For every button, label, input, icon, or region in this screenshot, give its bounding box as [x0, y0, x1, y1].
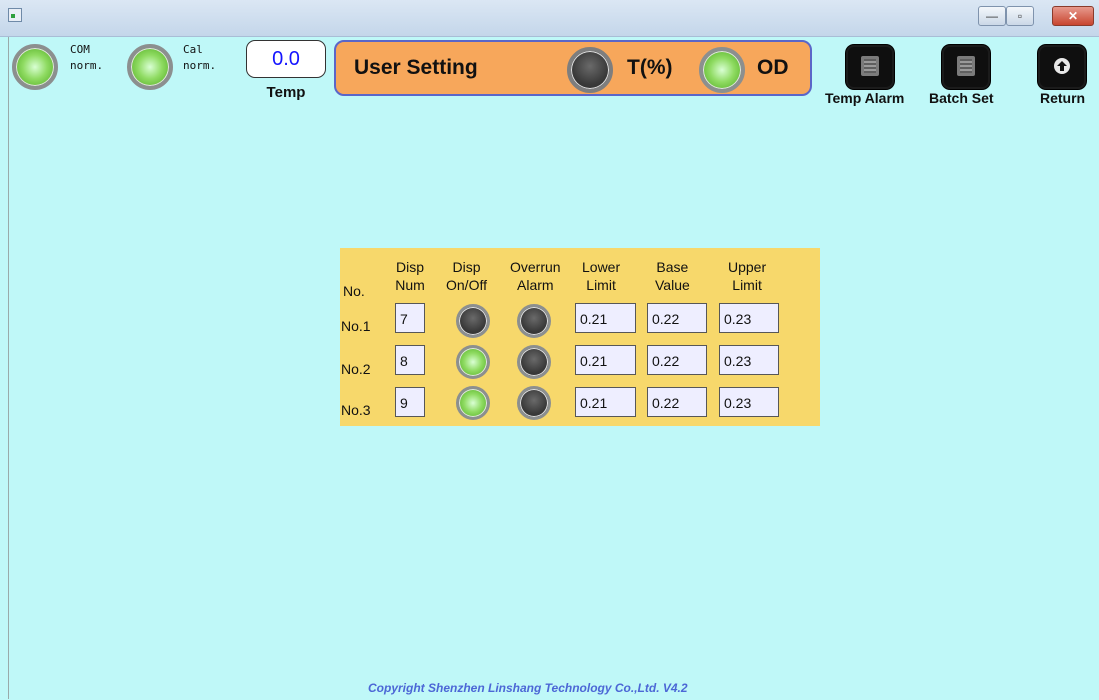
temp-alarm-label: Temp Alarm: [825, 90, 905, 106]
minimize-button[interactable]: —: [978, 6, 1006, 26]
row-3-overrun-toggle[interactable]: [517, 386, 551, 420]
row-3-base-value-field[interactable]: 0.22: [647, 387, 707, 417]
t-percent-toggle[interactable]: [567, 47, 613, 93]
od-toggle[interactable]: [699, 47, 745, 93]
row-2-disp-toggle[interactable]: [456, 345, 490, 379]
up-arrow-icon: [1054, 58, 1070, 74]
row-1-upper-limit-field[interactable]: 0.23: [719, 303, 779, 333]
row-1-overrun-toggle[interactable]: [517, 304, 551, 338]
temp-alarm-button[interactable]: [846, 45, 894, 89]
t-percent-label: T(%): [627, 56, 673, 79]
cal-label: Cal: [183, 43, 203, 56]
window-titlebar: — ▫ ✕: [0, 0, 1099, 37]
batch-set-label: Batch Set: [929, 90, 994, 106]
close-button[interactable]: ✕: [1052, 6, 1094, 26]
app-icon: [8, 8, 22, 22]
page-title: User Setting: [354, 56, 478, 79]
return-label: Return: [1040, 90, 1086, 106]
cal-status-led: [127, 44, 173, 90]
temp-label: Temp: [266, 84, 306, 101]
row-2-upper-limit-field[interactable]: 0.23: [719, 345, 779, 375]
cal-state: norm.: [183, 59, 217, 72]
col-overrun-alarm: Overrun Alarm: [510, 259, 561, 293]
row-1-label: No.1: [341, 318, 371, 334]
col-no: No.: [343, 283, 365, 299]
com-state: norm.: [70, 59, 104, 72]
batch-set-button[interactable]: [942, 45, 990, 89]
row-1-disp-toggle[interactable]: [456, 304, 490, 338]
com-label: COM: [70, 43, 90, 56]
row-2-base-value-field[interactable]: 0.22: [647, 345, 707, 375]
row-1-disp-num-field[interactable]: 7: [395, 303, 425, 333]
col-lower-limit: Lower Limit: [582, 259, 621, 293]
temp-value: 0.0: [246, 40, 326, 78]
com-status-led: [12, 44, 58, 90]
row-2-label: No.2: [341, 361, 371, 377]
row-3-lower-limit-field[interactable]: 0.21: [575, 387, 636, 417]
row-2-overrun-toggle[interactable]: [517, 345, 551, 379]
row-2-disp-num-field[interactable]: 8: [395, 345, 425, 375]
maximize-button[interactable]: ▫: [1006, 6, 1034, 26]
calculator-icon: [957, 56, 975, 76]
row-3-label: No.3: [341, 402, 371, 418]
row-1-lower-limit-field[interactable]: 0.21: [575, 303, 636, 333]
row-3-upper-limit-field[interactable]: 0.23: [719, 387, 779, 417]
row-3-disp-toggle[interactable]: [456, 386, 490, 420]
row-2-lower-limit-field[interactable]: 0.21: [575, 345, 636, 375]
copyright-text: Copyright Shenzhen Linshang Technology C…: [368, 681, 688, 695]
return-button[interactable]: [1038, 45, 1086, 89]
col-disp-num: Disp Num: [395, 259, 425, 293]
row-3-disp-num-field[interactable]: 9: [395, 387, 425, 417]
col-base-value: Base Value: [655, 259, 690, 293]
calculator-icon: [861, 56, 879, 76]
row-1-base-value-field[interactable]: 0.22: [647, 303, 707, 333]
col-disp-onoff: Disp On/Off: [446, 259, 487, 293]
col-upper-limit: Upper Limit: [728, 259, 767, 293]
od-label: OD: [757, 56, 789, 79]
